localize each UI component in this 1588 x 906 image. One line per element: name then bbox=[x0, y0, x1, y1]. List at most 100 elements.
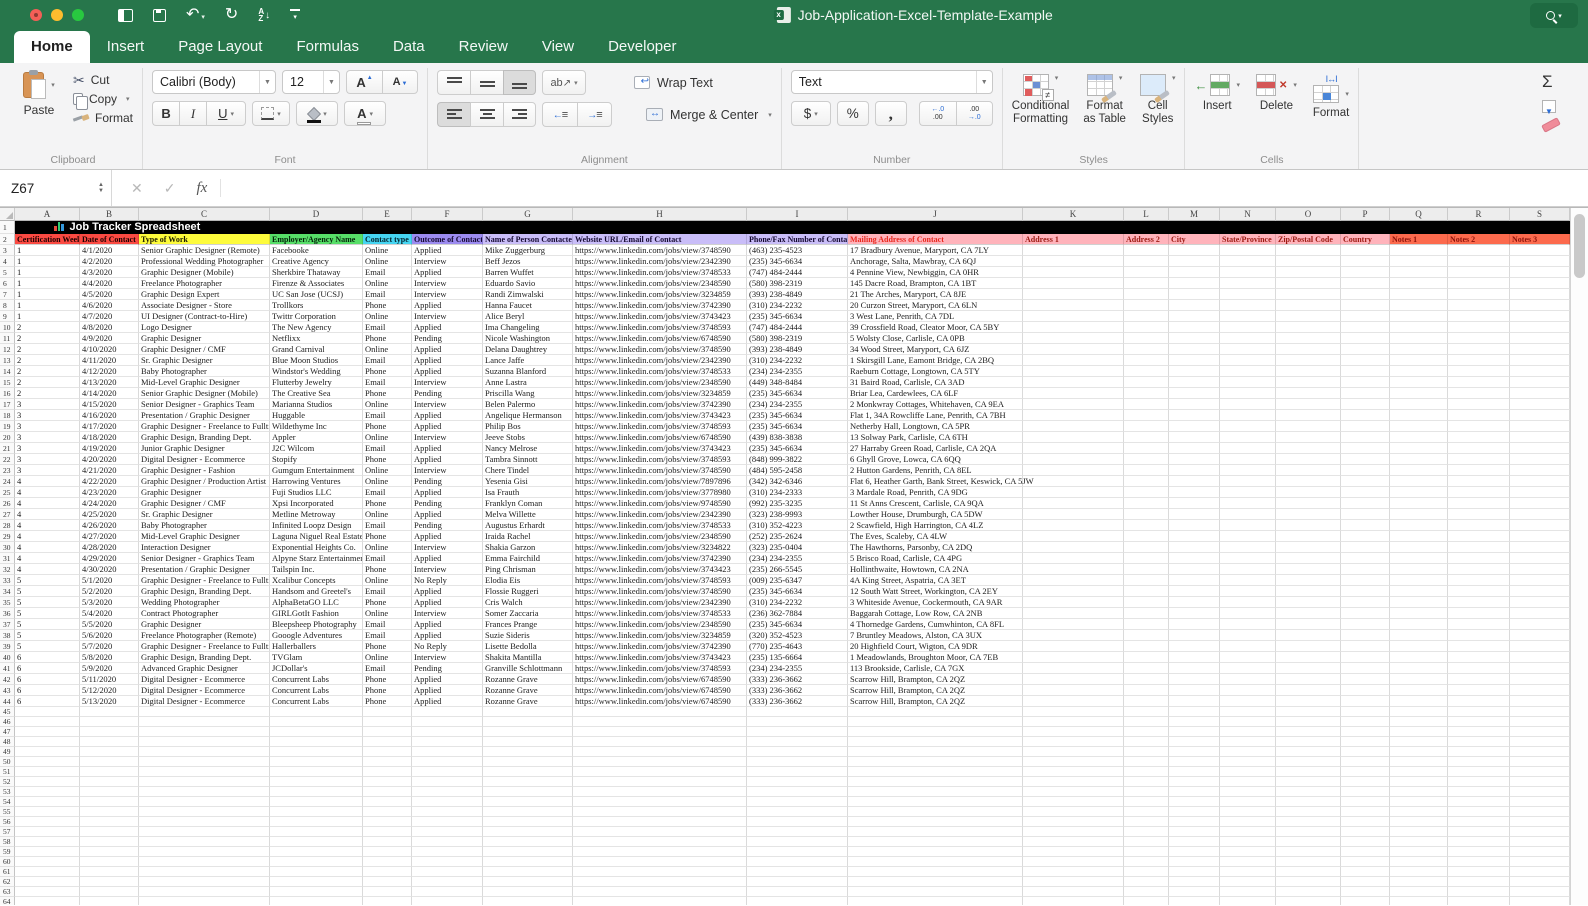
cell[interactable]: Phone bbox=[363, 564, 412, 575]
cell[interactable] bbox=[1220, 300, 1276, 311]
cell[interactable]: Applied bbox=[412, 553, 483, 564]
cell[interactable]: Wildethyme Inc bbox=[270, 421, 363, 432]
cell[interactable]: Professional Wedding Photographer bbox=[139, 256, 270, 267]
cell[interactable] bbox=[1448, 399, 1510, 410]
cell[interactable] bbox=[1390, 465, 1448, 476]
cell[interactable]: Baby Photographer bbox=[139, 366, 270, 377]
cell[interactable]: Phone bbox=[363, 333, 412, 344]
cell[interactable]: (235) 266-5545 bbox=[747, 564, 848, 575]
cell[interactable]: Applied bbox=[412, 421, 483, 432]
row-header[interactable]: 39 bbox=[0, 641, 15, 652]
cell[interactable] bbox=[1448, 267, 1510, 278]
cell[interactable] bbox=[1169, 454, 1220, 465]
cell[interactable] bbox=[573, 827, 747, 837]
cell[interactable] bbox=[15, 707, 80, 717]
cell[interactable] bbox=[1448, 443, 1510, 454]
cell[interactable] bbox=[483, 867, 573, 877]
cell[interactable]: https://www.linkedin.com/jobs/view/37485… bbox=[573, 322, 747, 333]
cell[interactable] bbox=[1510, 857, 1570, 867]
cell[interactable] bbox=[1124, 837, 1169, 847]
cell[interactable]: Pending bbox=[412, 663, 483, 674]
scrollbar-thumb[interactable] bbox=[1574, 214, 1585, 278]
cell[interactable] bbox=[1220, 747, 1276, 757]
cell[interactable]: Eduardo Savio bbox=[483, 278, 573, 289]
cell[interactable] bbox=[747, 877, 848, 887]
cell[interactable] bbox=[1448, 641, 1510, 652]
cell[interactable]: Phone bbox=[363, 641, 412, 652]
cell[interactable] bbox=[1448, 531, 1510, 542]
cell[interactable] bbox=[1276, 707, 1341, 717]
cell[interactable] bbox=[1390, 619, 1448, 630]
cell[interactable] bbox=[1023, 355, 1124, 366]
font-size-select[interactable]: 12▼ bbox=[282, 70, 340, 94]
cell[interactable] bbox=[483, 827, 573, 837]
cell[interactable] bbox=[1341, 674, 1390, 685]
row-header[interactable]: 19 bbox=[0, 421, 15, 432]
cell[interactable]: 3 bbox=[15, 399, 80, 410]
cell[interactable]: Interview bbox=[412, 311, 483, 322]
cell[interactable] bbox=[1448, 663, 1510, 674]
cell[interactable]: Rozanne Grave bbox=[483, 696, 573, 707]
format-cells-button[interactable]: Ι↔Ι▾ Format bbox=[1313, 74, 1349, 153]
row-header[interactable]: 26 bbox=[0, 498, 15, 509]
cell[interactable] bbox=[1124, 443, 1169, 454]
cell[interactable] bbox=[1341, 707, 1390, 717]
cell[interactable]: 4/14/2020 bbox=[80, 388, 139, 399]
cell[interactable]: Pending bbox=[412, 498, 483, 509]
cell[interactable] bbox=[1169, 322, 1220, 333]
cell[interactable]: 5/6/2020 bbox=[80, 630, 139, 641]
cell[interactable] bbox=[1023, 520, 1124, 531]
cell[interactable] bbox=[848, 847, 1023, 857]
cell[interactable]: (333) 236-3662 bbox=[747, 696, 848, 707]
cell[interactable] bbox=[1341, 542, 1390, 553]
eraser-icon[interactable] bbox=[1541, 117, 1561, 133]
cell[interactable] bbox=[1023, 717, 1124, 727]
cell[interactable] bbox=[1276, 564, 1341, 575]
row-header[interactable]: 40 bbox=[0, 652, 15, 663]
cell[interactable] bbox=[1276, 509, 1341, 520]
row-header[interactable]: 58 bbox=[0, 837, 15, 847]
cell[interactable]: Graphic Design, Branding Dept. bbox=[139, 652, 270, 663]
cell[interactable] bbox=[1023, 630, 1124, 641]
cell[interactable] bbox=[848, 717, 1023, 727]
cell[interactable] bbox=[1169, 421, 1220, 432]
cell[interactable] bbox=[139, 887, 270, 897]
cell[interactable] bbox=[747, 827, 848, 837]
cell[interactable] bbox=[1390, 717, 1448, 727]
cell[interactable]: Online bbox=[363, 652, 412, 663]
cell[interactable]: Interview bbox=[412, 652, 483, 663]
cell[interactable] bbox=[483, 837, 573, 847]
cell[interactable]: Laguna Niguel Real Estate bbox=[270, 531, 363, 542]
cell[interactable] bbox=[1341, 717, 1390, 727]
cell[interactable] bbox=[1341, 465, 1390, 476]
cell[interactable] bbox=[1390, 685, 1448, 696]
cell[interactable] bbox=[363, 707, 412, 717]
cell[interactable] bbox=[1276, 641, 1341, 652]
cell[interactable] bbox=[1169, 311, 1220, 322]
cell[interactable] bbox=[1390, 757, 1448, 767]
cell[interactable]: (747) 484-2444 bbox=[747, 267, 848, 278]
cell[interactable]: 11 St Anns Crescent, Carlisle, CA 9QA bbox=[848, 498, 1023, 509]
cell[interactable] bbox=[80, 777, 139, 787]
cell[interactable] bbox=[573, 767, 747, 777]
cell[interactable]: Creative Agency bbox=[270, 256, 363, 267]
cell[interactable] bbox=[1276, 674, 1341, 685]
cell[interactable] bbox=[363, 787, 412, 797]
cell[interactable] bbox=[848, 747, 1023, 757]
cell[interactable] bbox=[1448, 757, 1510, 767]
cell[interactable] bbox=[1220, 797, 1276, 807]
cell[interactable] bbox=[139, 857, 270, 867]
cell[interactable]: Yesenia Gisi bbox=[483, 476, 573, 487]
cell[interactable] bbox=[1023, 278, 1124, 289]
cell[interactable]: Tailspin Inc. bbox=[270, 564, 363, 575]
cell[interactable] bbox=[363, 867, 412, 877]
cell[interactable] bbox=[139, 777, 270, 787]
cell[interactable] bbox=[80, 767, 139, 777]
cell[interactable] bbox=[1169, 597, 1220, 608]
cell[interactable] bbox=[1276, 897, 1341, 905]
cell[interactable] bbox=[1023, 421, 1124, 432]
cell[interactable]: Applied bbox=[412, 696, 483, 707]
cell[interactable] bbox=[747, 867, 848, 877]
cell[interactable] bbox=[1220, 737, 1276, 747]
cell[interactable] bbox=[483, 877, 573, 887]
